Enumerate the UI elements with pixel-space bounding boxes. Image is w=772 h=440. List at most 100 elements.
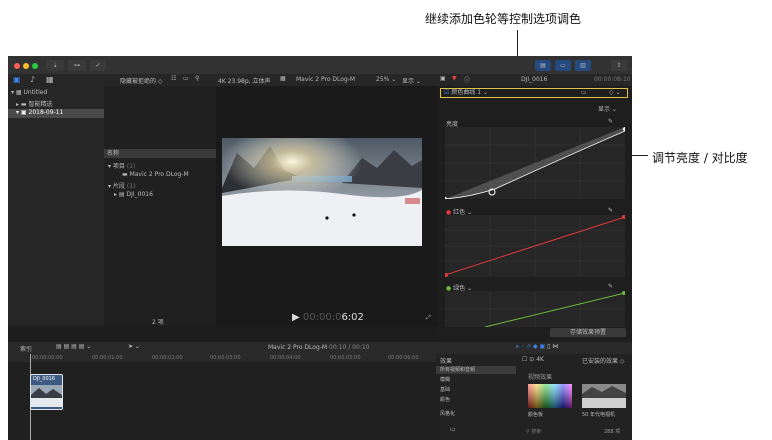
installed-effects-popup[interactable]: 已安装的效果 ◇ — [582, 356, 625, 365]
viewer-format: 4K 23.98p, 立体声 — [218, 78, 271, 85]
timeline-right-icons[interactable]: ⫸ ◦ ∩ ◆ ▣ ▯ ⋈ — [516, 343, 558, 351]
search-icon[interactable]: ⚲ — [195, 75, 199, 82]
index-button[interactable]: 索引 — [20, 344, 32, 353]
timeline-toolbar: 索引 ▤ ▤ ▤ ▤ ⌄ ➤ ⌄ Mavic 2 Pro DLog-M 00:1… — [8, 342, 632, 354]
event-item[interactable]: ▾ ▣ 2018-09-11 — [8, 109, 104, 118]
callout-top: 继续添加色轮等控制选项调色 — [425, 12, 582, 26]
close-dot[interactable] — [14, 63, 20, 69]
share-button[interactable]: ⇪ — [611, 60, 627, 71]
view-popup[interactable]: 显示 ⌄ — [402, 76, 421, 85]
effect-name: 颜色曲线 1 ⌄ — [451, 89, 488, 96]
project-group-count: (1) — [126, 163, 136, 170]
ruler-tick-3: 00:00:03:00 — [210, 355, 241, 361]
ruler-tick-6: 00:00:06:00 — [388, 355, 419, 361]
background-tasks-button[interactable]: ✓ — [90, 60, 106, 71]
smart-collections-item[interactable]: ▸ ▬ 智能精选 — [16, 99, 53, 108]
effect-header[interactable]: ☑ 颜色曲线 1 ⌄ ▭ ◇ ⌄ — [440, 88, 628, 98]
red-curve-graph[interactable] — [445, 215, 625, 277]
red-eyedropper-icon[interactable]: ✎ — [608, 207, 613, 214]
save-preset-button[interactable]: 存储效果预置 — [550, 328, 626, 337]
libraries-icon[interactable]: ▣ — [13, 75, 21, 84]
smart-collections-label: 智能精选 — [28, 101, 53, 108]
effects-category-4[interactable]: 风格化 — [440, 410, 455, 417]
timeline-title: Mavic 2 Pro DLog-M 00:10 / 00:10 — [268, 344, 369, 351]
minimize-dot[interactable] — [23, 63, 29, 69]
viewer-panel: ▶ 00:00:06:02 ⤢ — [216, 86, 438, 326]
inspector-color-icon[interactable]: ▼ — [452, 75, 457, 82]
ruler-tick-1: 00:00:01:00 — [92, 355, 123, 361]
mask-icon[interactable]: ▭ — [581, 89, 587, 97]
layout-button-3[interactable]: ▥ — [575, 60, 591, 71]
effects-category-1[interactable]: 模糊 — [440, 376, 450, 383]
fullscreen-icon[interactable]: ⤢ — [426, 314, 431, 322]
effects-header: 效果 — [440, 358, 453, 365]
timeline-area: 00:00:00:00 00:00:01:00 00:00:02:00 00:0… — [8, 354, 436, 440]
library-sidebar: ▾ ▦ Untitled ▸ ▬ 智能精选 ▾ ▣ 2018-09-11 — [8, 86, 104, 326]
zoom-popup[interactable]: 25% ⌄ — [376, 76, 396, 83]
clip-appearance-icon[interactable]: ☷ — [171, 75, 176, 82]
ruler-tick-4: 00:00:04:00 — [270, 355, 301, 361]
green-curve-graph[interactable] — [445, 291, 625, 327]
effects-4k-filter[interactable]: ☐ ⊙ 4K — [522, 356, 544, 363]
effects-category-3[interactable]: 颜色 — [440, 396, 450, 403]
luma-eyedropper-icon[interactable]: ✎ — [608, 118, 613, 125]
library-item[interactable]: ▾ ▦ Untitled — [11, 89, 47, 96]
clip-group-label: 片段 — [112, 183, 125, 190]
project-row[interactable]: ▬ Mavic 2 Pro DLog-M — [122, 171, 189, 178]
timeline-clip-label: DJI_0016 — [33, 376, 56, 382]
luma-curve-graph[interactable] — [445, 127, 625, 199]
clip-row[interactable]: ▸ ▤ DJI_0016 — [114, 191, 153, 198]
viewer-timecode: ▶ 00:00:06:02 — [292, 312, 364, 323]
viewer-image — [222, 138, 422, 246]
timecode-value: 6:02 — [341, 312, 364, 323]
inspector-clip-time: 00:00:08:10 — [594, 76, 631, 83]
callout-right: 调节亮度 / 对比度 — [652, 151, 748, 165]
save-preset-label: 存储效果预置 — [569, 329, 606, 336]
browser-footer-count: 2 项 — [152, 319, 164, 326]
edit-tools-icons[interactable]: ▤ ▤ ▤ ▤ ⌄ — [56, 343, 91, 350]
inspector-clip-name: DJI_0016 — [521, 76, 548, 83]
inspector-show-popup[interactable]: 显示 ⌄ — [598, 104, 617, 113]
timeline-clip-thumbnail — [31, 385, 62, 407]
ruler-tick-0: 00:00:00:00 — [32, 355, 63, 361]
effects-filter-label: 4K — [536, 356, 544, 363]
app-window: ⇣ ⊶ ✓ ▤ ▭ ▥ ⇪ ▣ ♪ ▦ 隐藏被拒绝的 ◇ ☷ ▭ ⚲ 4K 23… — [8, 56, 632, 440]
import-button[interactable]: ⇣ — [46, 60, 64, 71]
project-group[interactable]: ▾ 项目 (1) — [108, 161, 135, 170]
layout-button-2[interactable]: ▭ — [555, 60, 571, 71]
effects-category-2[interactable]: 基础 — [440, 386, 450, 393]
library-name: Untitled — [23, 89, 48, 96]
inspector-video-icon[interactable]: ▣ — [440, 75, 446, 82]
effect-enable-checkbox[interactable]: ☑ — [444, 89, 449, 96]
select-tool-icon[interactable]: ➤ ⌄ — [128, 343, 140, 350]
inspector-panel: ☑ 颜色曲线 1 ⌄ ▭ ◇ ⌄ 显示 ⌄ 亮度 ✎ ● 红色 ⌄ ✎ ● 绿色… — [438, 86, 632, 342]
effects-count: 288 项 — [604, 429, 621, 435]
effects-sidebar-toggle-icon[interactable]: ▭ — [450, 426, 456, 433]
clip-group[interactable]: ▾ 片段 (1) — [108, 181, 135, 190]
inspector-info-icon[interactable]: ⓘ — [464, 75, 470, 84]
keyword-button[interactable]: ⊶ — [68, 60, 86, 71]
effects-item-0: 颜色板 — [528, 412, 544, 418]
project-name: Mavic 2 Pro DLog-M — [129, 171, 189, 178]
timeline-title-text: Mavic 2 Pro DLog-M — [268, 344, 328, 351]
browser-filter[interactable]: 隐藏被拒绝的 ◇ — [120, 76, 163, 85]
title-bar: ⇣ ⊶ ✓ ▤ ▭ ▥ ⇪ — [8, 56, 632, 74]
effects-search[interactable]: ⚲ 搜索 — [526, 428, 541, 435]
toolbar: ▣ ♪ ▦ 隐藏被拒绝的 ◇ ☷ ▭ ⚲ 4K 23.98p, 立体声 ▦ Ma… — [8, 74, 632, 86]
zoom-dot[interactable] — [32, 63, 38, 69]
green-eyedropper-icon[interactable]: ✎ — [608, 283, 613, 290]
view-icon[interactable]: ▭ — [183, 75, 189, 82]
layout-button-1[interactable]: ▤ — [535, 60, 551, 71]
clip-name: DJI_0016 — [126, 191, 153, 198]
50s-tv-thumbnail[interactable] — [582, 384, 626, 408]
timeline-clip[interactable]: DJI_0016 — [30, 374, 63, 410]
project-icon: ▦ — [280, 75, 286, 82]
clip-group-count: (1) — [126, 183, 136, 190]
viewer-title: Mavic 2 Pro DLog-M — [296, 76, 356, 83]
browser-column-header: 名称 — [104, 149, 216, 158]
titles-icon[interactable]: ▦ — [46, 75, 54, 84]
keyframe-icon[interactable]: ◇ ⌄ — [609, 89, 621, 97]
photos-icon[interactable]: ♪ — [30, 75, 35, 84]
color-board-thumbnail[interactable] — [528, 384, 572, 408]
effects-category-0[interactable]: 所有视频和音频 — [436, 366, 516, 374]
